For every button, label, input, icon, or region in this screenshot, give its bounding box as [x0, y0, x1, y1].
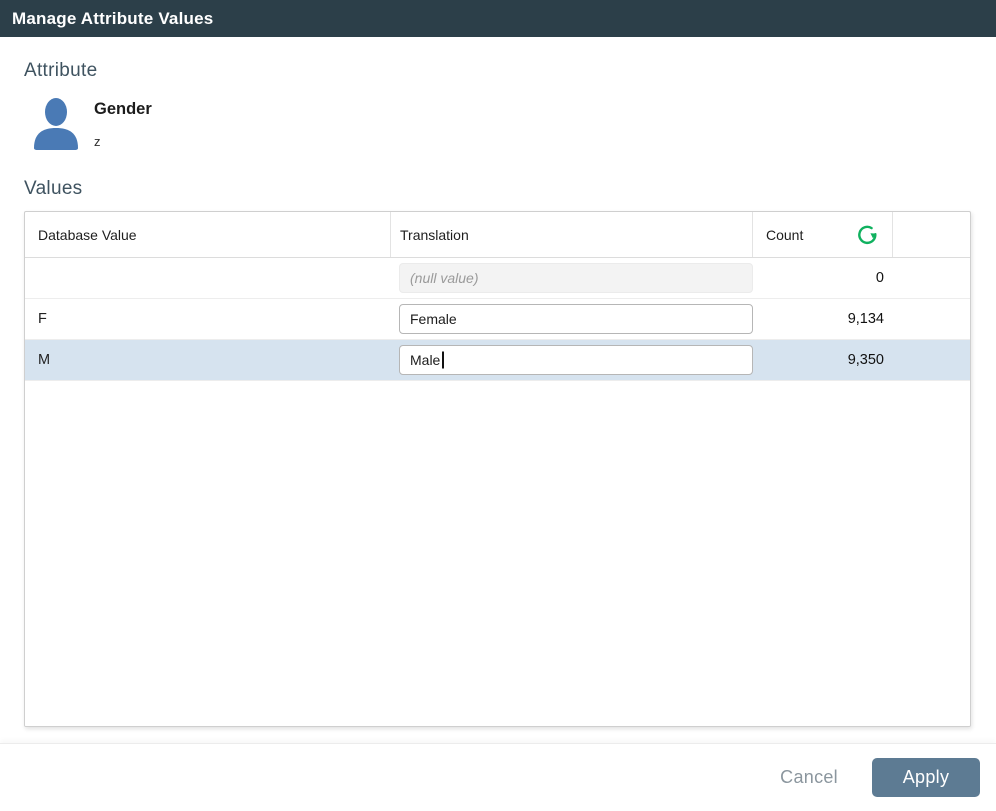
values-table: Database Value Translation Count 0 — [24, 211, 971, 727]
count-cell: 9,350 — [753, 340, 893, 380]
attribute-subtitle: z — [94, 134, 101, 149]
translation-input-female[interactable] — [399, 304, 753, 334]
column-header-database-value: Database Value — [25, 212, 391, 257]
count-cell: 9,134 — [753, 299, 893, 339]
database-value-cell: F — [25, 299, 391, 339]
table-row-m[interactable]: M 9,350 — [25, 340, 970, 381]
values-table-header: Database Value Translation Count — [25, 212, 970, 258]
refresh-icon[interactable] — [857, 224, 878, 245]
text-cursor — [442, 352, 444, 369]
column-header-translation: Translation — [391, 212, 753, 257]
dialog-title: Manage Attribute Values — [12, 9, 213, 29]
dialog-footer: Cancel Apply — [0, 743, 996, 811]
count-header-label: Count — [766, 227, 803, 243]
apply-button[interactable]: Apply — [872, 758, 980, 797]
table-row-null[interactable]: 0 — [25, 258, 970, 299]
translation-cell — [391, 299, 753, 339]
database-value-cell — [25, 258, 391, 298]
translation-cell — [391, 258, 753, 298]
column-header-spacer — [893, 212, 970, 257]
translation-input-null — [399, 263, 753, 293]
cancel-button[interactable]: Cancel — [780, 767, 838, 788]
values-section-heading: Values — [24, 178, 83, 200]
count-cell: 0 — [753, 258, 893, 298]
dialog-titlebar: Manage Attribute Values — [0, 0, 996, 37]
table-row-f[interactable]: F 9,134 — [25, 299, 970, 340]
table-empty-area — [25, 381, 970, 726]
person-icon — [29, 95, 83, 151]
translation-cell — [391, 340, 753, 380]
translation-input-male[interactable] — [399, 345, 753, 375]
attribute-section-heading: Attribute — [24, 60, 97, 82]
manage-attribute-values-dialog: Manage Attribute Values Attribute Gender… — [0, 0, 996, 811]
column-header-count: Count — [753, 212, 893, 257]
database-value-cell: M — [25, 340, 391, 380]
attribute-name: Gender — [94, 100, 152, 119]
